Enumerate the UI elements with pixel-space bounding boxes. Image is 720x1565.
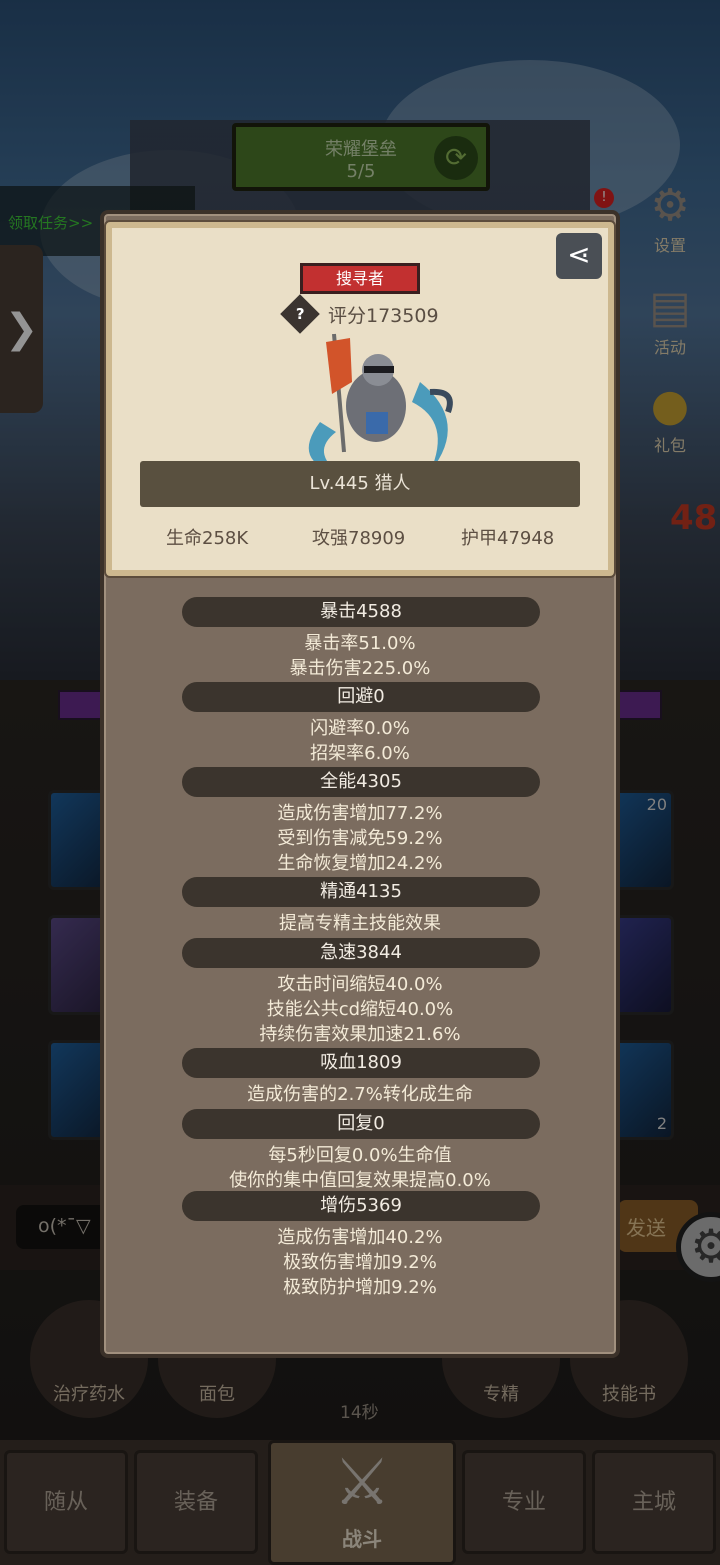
stat-line: 极致防护增加9.2% [283,1277,437,1298]
stat-line: 技能公共cd缩短40.0% [266,999,454,1020]
section-critical: 暴击4588 [182,597,540,627]
stat-line: 持续伤害效果加速21.6% [259,1024,461,1045]
stat-line: 闪避率0.0% [310,718,410,739]
class-badge: 搜寻者 [300,263,420,294]
stat-line: 每5秒回复0.0%生命值 [268,1145,452,1166]
stat-line: 造成伤害增加40.2% [277,1227,443,1248]
section-regen: 回复0 [182,1109,540,1139]
stat-attack: 攻强78909 [312,528,406,549]
stat-line: 使你的集中值回复效果提高0.0% [229,1170,491,1191]
hero-avatar [308,333,453,474]
section-damage-boost: 增伤5369 [182,1191,540,1221]
stat-hp: 生命258K [166,528,249,549]
section-lifesteal: 吸血1809 [182,1048,540,1078]
stat-line: 生命恢复增加24.2% [277,853,443,874]
share-icon[interactable]: ⋖ [556,233,602,279]
section-avoidance: 回避0 [182,682,540,712]
level-bar: Lv.445 猎人 [140,461,580,507]
section-haste: 急速3844 [182,938,540,968]
stat-line: 造成伤害增加77.2% [277,803,443,824]
stat-armor: 护甲47948 [461,528,555,549]
stat-line: 受到伤害减免59.2% [277,828,443,849]
stat-line: 招架率6.0% [310,743,410,764]
section-mastery: 精通4135 [182,877,540,907]
stat-line: 极致伤害增加9.2% [283,1252,437,1273]
stat-line: 提高专精主技能效果 [279,913,441,934]
stat-line: 攻击时间缩短40.0% [277,974,443,995]
stat-line: 暴击伤害225.0% [289,658,431,679]
section-versatility: 全能4305 [182,767,540,797]
stat-line: 造成伤害的2.7%转化成生命 [247,1084,473,1105]
stat-line: 暴击率51.0% [304,633,416,654]
